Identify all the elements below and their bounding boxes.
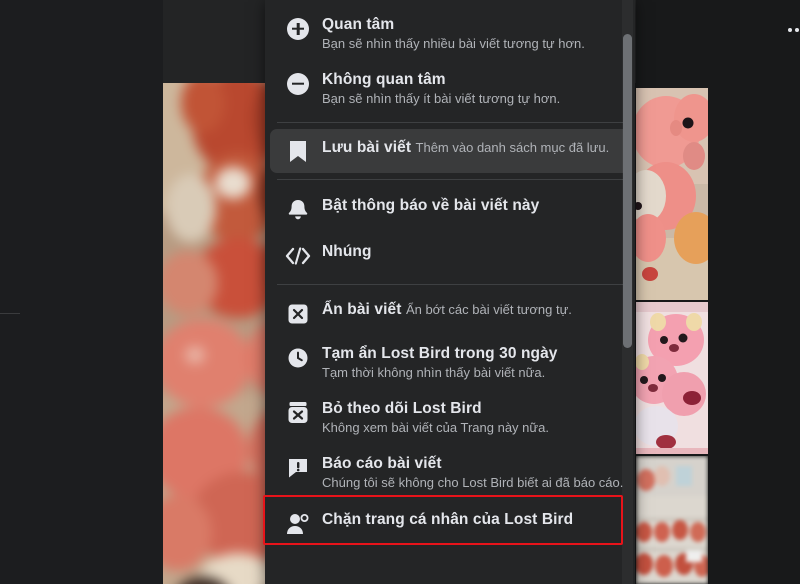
clock-icon xyxy=(280,343,316,371)
unfollow-icon xyxy=(280,398,316,426)
menu-item-title: Nhúng xyxy=(322,243,372,260)
menu-item-title: Ẩn bài viết xyxy=(322,301,402,318)
menu-item-title: Lưu bài viết xyxy=(322,139,412,156)
menu-item-hide-post[interactable]: Ẩn bài viết Ẩn bớt các bài viết tương tự… xyxy=(270,291,630,335)
menu-divider xyxy=(277,284,623,285)
plush-toy-illustration-2 xyxy=(636,302,708,454)
header-actions xyxy=(775,8,800,52)
menu-item-title: Bật thông báo về bài viết này xyxy=(322,197,540,214)
menu-divider xyxy=(277,179,623,180)
menu-item-save-post[interactable]: Lưu bài viết Thêm vào danh sách mục đã l… xyxy=(270,129,630,173)
menu-item-subtitle: Chúng tôi sẽ không cho Lost Bird biết ai… xyxy=(322,475,624,490)
post-photo-right-3[interactable] xyxy=(636,456,708,584)
plush-toy-shelf-illustration-3 xyxy=(636,456,708,584)
menu-item-title: Chặn trang cá nhân của Lost Bird xyxy=(322,511,574,528)
more-options-button[interactable] xyxy=(779,12,800,48)
screenshot-root: Đã đến lúc Quan tâm xyxy=(0,0,800,584)
menu-item-embed[interactable]: Nhúng xyxy=(270,232,630,278)
menu-item-subtitle: Bạn sẽ nhìn thấy ít bài viết tương tự hơ… xyxy=(322,91,561,106)
menu-item-block-profile[interactable]: Chặn trang cá nhân của Lost Bird xyxy=(270,500,630,546)
vertical-scrollbar-thumb[interactable] xyxy=(623,34,632,348)
menu-item-turn-on-notifications[interactable]: Bật thông báo về bài viết này xyxy=(270,186,630,232)
bookmark-icon xyxy=(280,137,316,165)
plus-circle-icon xyxy=(280,14,316,42)
post-photo-right-1[interactable] xyxy=(636,88,708,300)
menu-item-not-interested[interactable]: Không quan tâm Bạn sẽ nhìn thấy ít bài v… xyxy=(270,61,630,116)
menu-item-unfollow[interactable]: Bỏ theo dõi Lost Bird Không xem bài viết… xyxy=(270,390,630,445)
menu-item-subtitle: Tạm thời không nhìn thấy bài viết nữa. xyxy=(322,365,546,380)
code-icon xyxy=(280,241,316,269)
menu-item-subtitle: Thêm vào danh sách mục đã lưu. xyxy=(415,140,610,155)
post-options-menu: Quan tâm Bạn sẽ nhìn thấy nhiều bài viết… xyxy=(265,0,635,584)
post-photo-right-2[interactable] xyxy=(636,302,708,454)
menu-item-title: Không quan tâm xyxy=(322,71,446,88)
menu-item-title: Báo cáo bài viết xyxy=(322,455,442,472)
menu-item-title: Bỏ theo dõi Lost Bird xyxy=(322,400,482,417)
report-icon xyxy=(280,453,316,481)
menu-item-report-post[interactable]: Báo cáo bài viết Chúng tôi sẽ không cho … xyxy=(270,445,630,500)
menu-item-subtitle: Không xem bài viết của Trang này nữa. xyxy=(322,420,549,435)
menu-item-title: Quan tâm xyxy=(322,16,395,33)
minus-circle-icon xyxy=(280,69,316,97)
vertical-scrollbar-track[interactable] xyxy=(622,0,633,584)
menu-item-subtitle: Bạn sẽ nhìn thấy nhiều bài viết tương tự… xyxy=(322,36,585,51)
menu-divider xyxy=(277,122,623,123)
menu-item-interested[interactable]: Quan tâm Bạn sẽ nhìn thấy nhiều bài viết… xyxy=(270,6,630,61)
photo-thumbnail-column xyxy=(636,0,708,584)
more-horizontal-icon xyxy=(788,28,800,32)
viewer-left-rail xyxy=(0,0,163,584)
bell-icon xyxy=(280,195,316,223)
hide-post-icon xyxy=(280,299,316,327)
block-user-icon xyxy=(280,509,316,537)
plush-toy-illustration-1 xyxy=(636,88,708,300)
rail-divider xyxy=(0,313,20,314)
menu-item-subtitle: Ẩn bớt các bài viết tương tự. xyxy=(405,302,572,317)
menu-item-title: Tạm ẩn Lost Bird trong 30 ngày xyxy=(322,345,558,362)
menu-item-snooze-30-days[interactable]: Tạm ẩn Lost Bird trong 30 ngày Tạm thời … xyxy=(270,335,630,390)
